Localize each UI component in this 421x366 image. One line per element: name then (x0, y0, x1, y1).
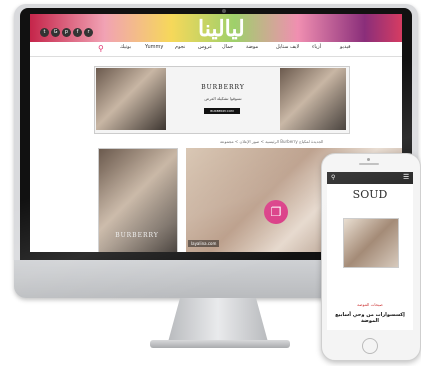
nav-item-bride[interactable]: عروس (198, 44, 212, 50)
side-image-brand: BURBERRY (115, 232, 159, 239)
gallery-icon[interactable]: ❐ (264, 200, 288, 224)
phone-logo[interactable]: SOUD (327, 188, 413, 201)
phone-home-button (362, 338, 378, 354)
ad-button[interactable]: BURBERRY.COM (204, 108, 240, 114)
search-icon[interactable]: ⚲ (98, 44, 104, 53)
ad-photo-right (280, 68, 346, 130)
image-caption: layalina.com (188, 240, 220, 247)
nav-item-lifestyle[interactable]: لايف ستايل (276, 44, 299, 50)
phone-ad-image[interactable] (343, 218, 399, 268)
imac-stand (168, 298, 268, 342)
rss-icon[interactable]: r (84, 28, 93, 37)
nav-item-yummy[interactable]: Yummy (145, 44, 163, 50)
phone-top-bar (327, 172, 413, 184)
phone-category[interactable]: صيحات الموضة (327, 302, 413, 307)
nav-item-video[interactable]: فيديو (340, 44, 351, 50)
breadcrumb[interactable]: الرئيسية > صور الإعلان > مجموعة Burberry… (220, 139, 323, 144)
nav-item-fashion-main[interactable]: أزياء (312, 44, 321, 50)
phone-camera-icon (367, 158, 370, 161)
pinterest-icon[interactable]: p (62, 28, 71, 37)
facebook-icon[interactable]: f (73, 28, 82, 37)
nav-item-boutique[interactable]: بوتيك (120, 44, 131, 50)
ad-photo-left (96, 68, 166, 130)
camera-icon (222, 9, 226, 13)
imac-stand-base (150, 340, 290, 348)
nav-item-beauty[interactable]: جمال (222, 44, 233, 50)
twitter-icon[interactable]: t (40, 28, 49, 37)
phone-speaker (359, 163, 379, 165)
phone-menu-icon[interactable]: ☰ (403, 173, 409, 181)
ad-brand: BURBERRY (201, 84, 245, 91)
phone-article-title[interactable]: إكسسوارات من وحي أسابيع الموضة (331, 312, 409, 324)
site-logo[interactable]: ليالينا (198, 16, 245, 42)
phone-screen: ⚲ ☰ SOUD صيحات الموضة إكسسوارات من وحي أ… (327, 172, 413, 330)
googleplus-icon[interactable]: G (51, 28, 60, 37)
ad-tagline: تسوقوا تشكيلة العرض (204, 96, 242, 101)
nav-item-stars[interactable]: نجوم (175, 44, 185, 50)
nav-item-fashion[interactable]: موضة (246, 44, 258, 50)
phone-search-icon[interactable]: ⚲ (331, 174, 335, 181)
